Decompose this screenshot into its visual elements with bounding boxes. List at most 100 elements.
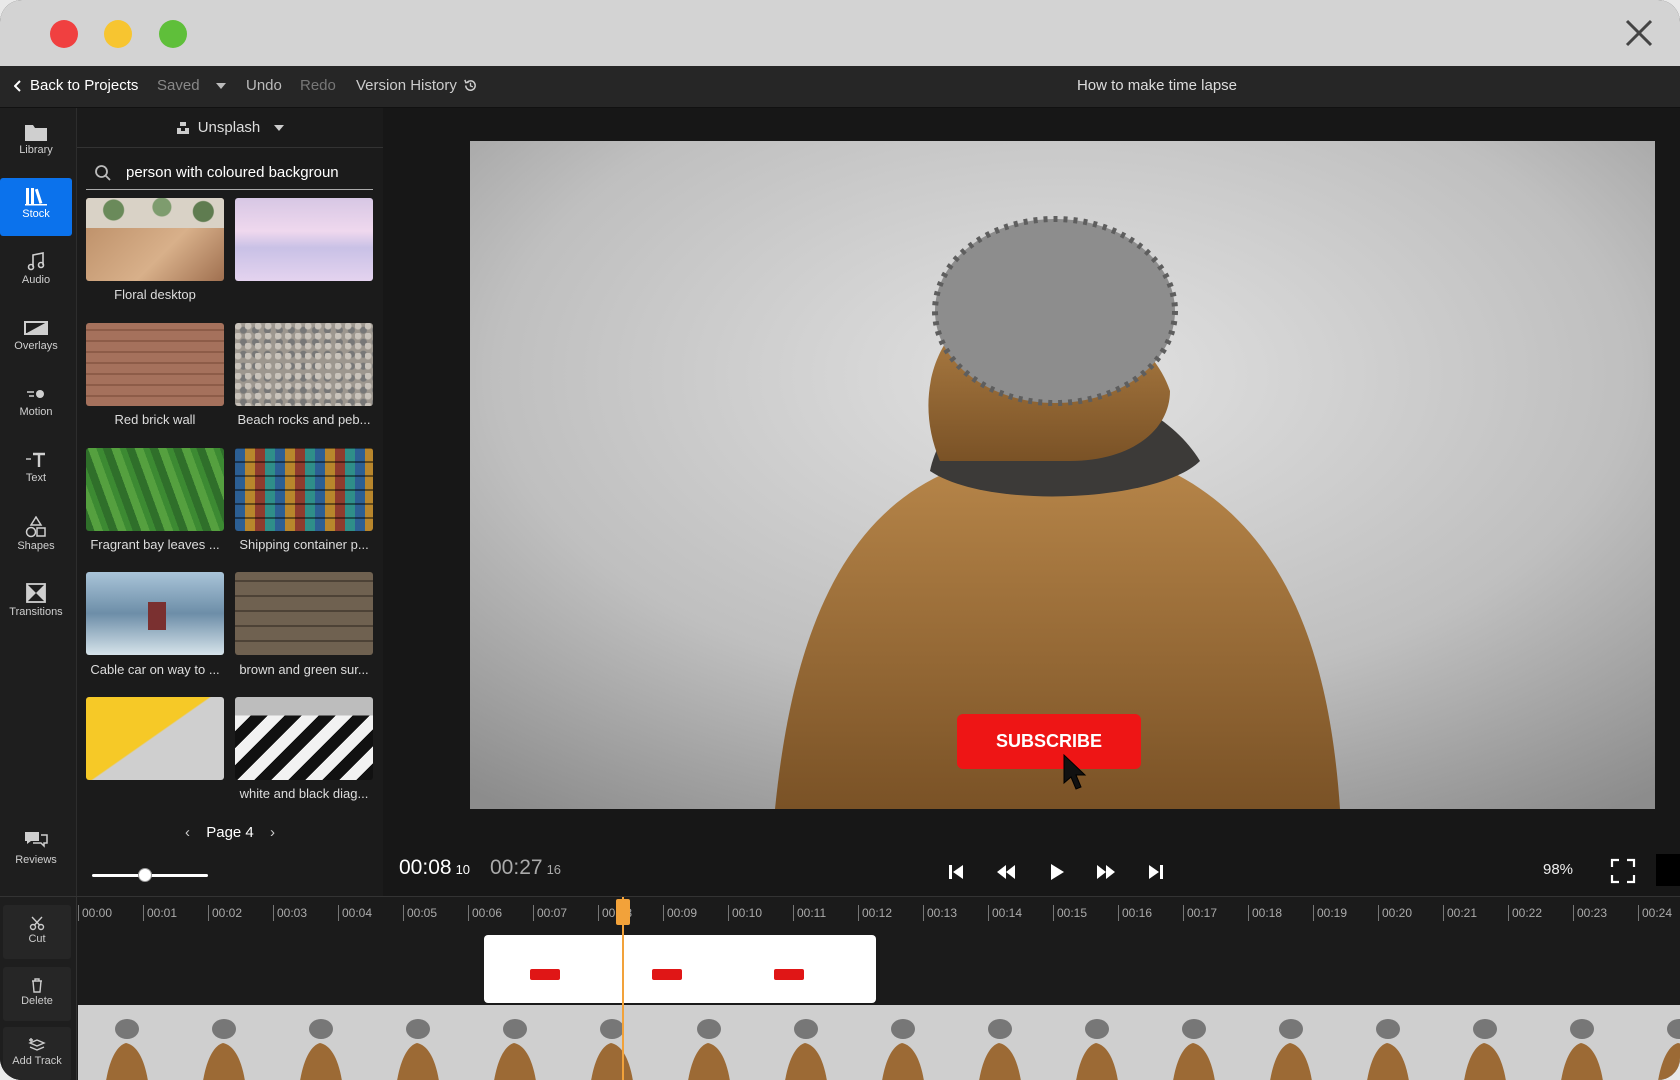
stock-thumb-containers[interactable] bbox=[235, 448, 373, 531]
project-title[interactable]: How to make time lapse bbox=[0, 77, 1680, 94]
stock-thumb-pastel[interactable] bbox=[235, 198, 373, 281]
fast-forward-icon[interactable] bbox=[1093, 859, 1119, 885]
window-titlebar bbox=[0, 0, 1680, 66]
skip-to-end-icon[interactable] bbox=[1143, 859, 1169, 885]
nav-library[interactable]: Library bbox=[0, 114, 72, 172]
editor-topbar: Back to Projects Saved Undo Redo Version… bbox=[0, 66, 1680, 108]
ruler-tick: 00:16 bbox=[1118, 905, 1152, 921]
ruler-tick: 00:23 bbox=[1573, 905, 1607, 921]
video-canvas[interactable]: SUBSCRIBE bbox=[470, 141, 1655, 809]
overlay-icon bbox=[24, 321, 48, 335]
timeline-ruler[interactable]: 00:00 00:01 00:02 00:03 00:04 00:05 00:0… bbox=[78, 897, 1680, 927]
playhead-handle[interactable] bbox=[616, 899, 630, 925]
delete-button[interactable]: Delete bbox=[3, 967, 71, 1021]
nav-text-label: Text bbox=[25, 472, 47, 484]
ruler-tick: 00:03 bbox=[273, 905, 307, 921]
scissors-icon bbox=[29, 916, 45, 931]
panel-edge bbox=[1656, 854, 1680, 886]
stock-thumb-brick[interactable] bbox=[86, 323, 224, 406]
ruler-tick: 00:04 bbox=[338, 905, 372, 921]
ruler-tick: 00:01 bbox=[143, 905, 177, 921]
container-stripes bbox=[235, 448, 373, 531]
stock-thumb-leaves[interactable] bbox=[86, 448, 224, 531]
stock-thumb-label: Cable car on way to ... bbox=[90, 662, 220, 677]
fullscreen-icon[interactable] bbox=[1610, 858, 1636, 884]
timeline: Cut Delete Add Track 00:00 00:01 00:02 0… bbox=[0, 896, 1680, 1080]
thumbnail-size-slider[interactable] bbox=[92, 868, 208, 882]
nav-motion-label: Motion bbox=[19, 406, 53, 418]
track-frame bbox=[175, 1005, 272, 1080]
window-minimize-dot[interactable] bbox=[104, 20, 132, 48]
add-track-button[interactable]: Add Track bbox=[3, 1027, 71, 1080]
nav-overlays[interactable]: Overlays bbox=[0, 310, 72, 368]
motion-icon bbox=[27, 390, 44, 398]
nav-stock[interactable]: Stock bbox=[0, 178, 72, 236]
page-label: Page 4 bbox=[206, 824, 254, 841]
nav-transitions[interactable]: Transitions bbox=[0, 574, 72, 632]
current-frame-value: 10 bbox=[455, 862, 471, 877]
nav-library-label: Library bbox=[19, 144, 53, 156]
nav-motion[interactable]: Motion bbox=[0, 376, 72, 434]
transitions-icon bbox=[26, 583, 46, 603]
prev-page-icon[interactable]: ‹ bbox=[185, 824, 190, 841]
track-frame bbox=[563, 1005, 660, 1080]
track-frame bbox=[854, 1005, 951, 1080]
pagination: ‹ Page 4 › bbox=[77, 824, 383, 841]
preview-zoom[interactable]: 98% bbox=[1543, 861, 1573, 878]
stock-thumb-label: Floral desktop bbox=[114, 287, 196, 302]
track-frame bbox=[1145, 1005, 1242, 1080]
stock-thumb-black-white[interactable] bbox=[235, 697, 373, 780]
video-track[interactable] bbox=[78, 1005, 1680, 1080]
track-frame bbox=[1630, 1005, 1680, 1080]
skip-to-start-icon[interactable] bbox=[943, 859, 969, 885]
ruler-tick: 00:13 bbox=[923, 905, 957, 921]
stock-thumb-yellow-diagonal[interactable] bbox=[86, 697, 224, 780]
ruler-tick: 00:10 bbox=[728, 905, 762, 921]
cursor-pointer-icon bbox=[1063, 753, 1087, 790]
ruler-tick: 00:11 bbox=[793, 905, 826, 921]
chevron-down-icon bbox=[274, 124, 285, 131]
stock-source-select[interactable]: Unsplash bbox=[77, 108, 383, 148]
track-frame bbox=[757, 1005, 854, 1080]
close-icon[interactable] bbox=[1622, 16, 1656, 50]
stock-icon bbox=[25, 188, 47, 206]
stock-thumb-label: Beach rocks and peb... bbox=[237, 412, 371, 427]
stock-thumb-floral[interactable] bbox=[86, 198, 224, 281]
slider-handle[interactable] bbox=[138, 868, 152, 882]
stock-search[interactable] bbox=[86, 156, 373, 190]
play-icon[interactable] bbox=[1043, 859, 1069, 885]
subscribe-overlay[interactable]: SUBSCRIBE bbox=[957, 714, 1141, 769]
nav-reviews-label: Reviews bbox=[15, 854, 57, 866]
ruler-tick: 00:20 bbox=[1378, 905, 1412, 921]
folder-icon bbox=[25, 125, 47, 141]
stock-thumb-label: Fragrant bay leaves ... bbox=[90, 537, 220, 552]
cut-button[interactable]: Cut bbox=[3, 905, 71, 959]
ruler-tick: 00:17 bbox=[1183, 905, 1217, 921]
nav-reviews[interactable]: Reviews bbox=[0, 822, 72, 880]
nav-text[interactable]: Text bbox=[0, 442, 72, 500]
nav-shapes[interactable]: Shapes bbox=[0, 508, 72, 566]
nav-audio-label: Audio bbox=[21, 274, 51, 286]
nav-audio[interactable]: Audio bbox=[0, 244, 72, 302]
track-frame bbox=[1436, 1005, 1533, 1080]
stock-source-label: Unsplash bbox=[197, 119, 261, 136]
stock-thumb-rocks[interactable] bbox=[235, 323, 373, 406]
stock-thumb-label: brown and green sur... bbox=[239, 662, 369, 677]
ruler-tick: 00:12 bbox=[858, 905, 892, 921]
window-maximize-dot[interactable] bbox=[159, 20, 187, 48]
ruler-tick: 00:24 bbox=[1638, 905, 1672, 921]
nav-overlays-label: Overlays bbox=[14, 340, 58, 352]
duration-frame-value: 16 bbox=[546, 862, 562, 877]
stock-thumb-cablecar[interactable] bbox=[86, 572, 224, 655]
ruler-tick: 00:06 bbox=[468, 905, 502, 921]
stock-thumb-wood[interactable] bbox=[235, 572, 373, 655]
track-frame bbox=[660, 1005, 757, 1080]
person-in-hood-image bbox=[470, 141, 1655, 809]
current-time-value: 00:08 bbox=[399, 856, 452, 879]
stock-search-input[interactable] bbox=[126, 164, 361, 181]
rewind-icon[interactable] bbox=[993, 859, 1019, 885]
window-close-dot[interactable] bbox=[50, 20, 78, 48]
track-frame bbox=[1242, 1005, 1339, 1080]
overlay-clip[interactable] bbox=[484, 935, 876, 1003]
next-page-icon[interactable]: › bbox=[270, 824, 275, 841]
